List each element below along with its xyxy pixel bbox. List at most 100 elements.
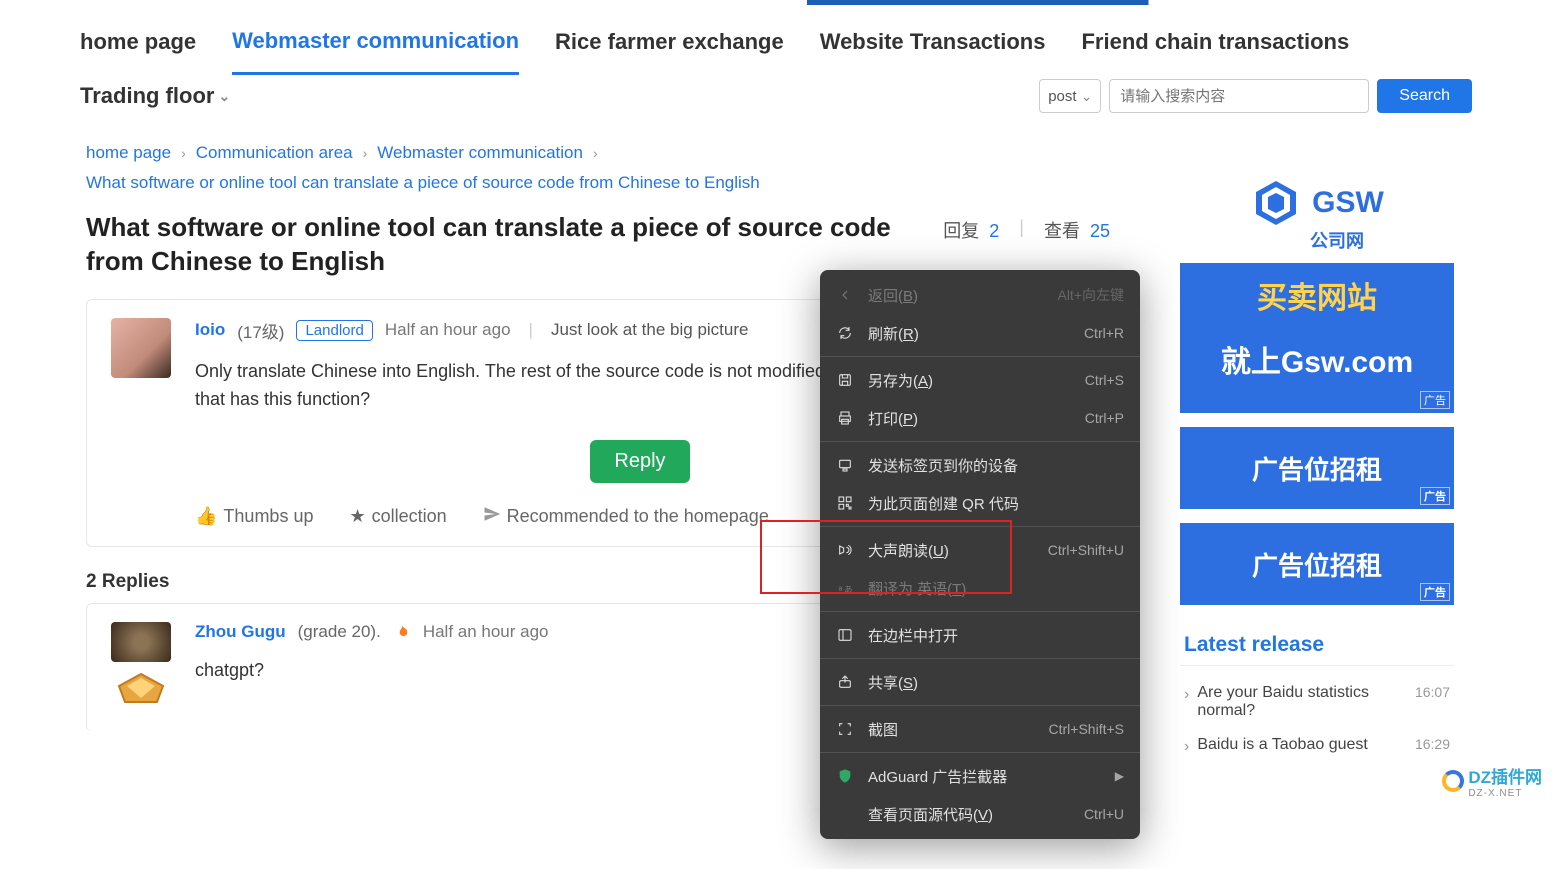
watermark-text: DZ插件网 bbox=[1468, 768, 1542, 787]
thumbs-up-label: Thumbs up bbox=[223, 506, 313, 527]
menu-item-send[interactable]: 发送标签页到你的设备 bbox=[820, 446, 1140, 484]
author-link[interactable]: Ioio bbox=[195, 320, 225, 340]
svg-text:あ: あ bbox=[844, 585, 852, 594]
paper-plane-icon bbox=[483, 505, 501, 528]
menu-item-sidebar[interactable]: 在边栏中打开 bbox=[820, 616, 1140, 654]
search-bar: post ⌄ Search bbox=[1039, 79, 1472, 113]
menu-shortcut: Ctrl+Shift+S bbox=[1049, 721, 1124, 737]
nav-webmaster[interactable]: Webmaster communication bbox=[232, 10, 519, 75]
translate-icon: aあ bbox=[836, 579, 854, 597]
qr-icon bbox=[836, 494, 854, 512]
ad-slot-2-text: 广告位招租 bbox=[1252, 450, 1382, 487]
secondary-nav: Trading floor ⌄ post ⌄ Search bbox=[80, 79, 1472, 113]
ad-brand: GSW bbox=[1312, 186, 1384, 220]
breadcrumb-forum[interactable]: Webmaster communication bbox=[377, 143, 583, 163]
landlord-badge: Landlord bbox=[296, 320, 372, 341]
latest-item[interactable]: › Baidu is a Taobao guest 16:29 bbox=[1180, 728, 1454, 764]
chevron-right-icon: › bbox=[181, 145, 186, 161]
menu-item-label: AdGuard 广告拦截器 bbox=[868, 766, 1101, 787]
reply-count: 2 bbox=[989, 221, 999, 241]
saveas-icon bbox=[836, 371, 854, 389]
menu-item-label: 翻译为 英语(T) bbox=[868, 578, 1124, 599]
ad-gsw[interactable]: GSW 公司网 买卖网站 就上Gsw.com 广告 bbox=[1180, 143, 1454, 413]
back-icon bbox=[836, 286, 854, 304]
rank-badge-icon bbox=[111, 668, 171, 708]
nav-friend[interactable]: Friend chain transactions bbox=[1081, 11, 1349, 73]
collection-action[interactable]: ★ collection bbox=[349, 506, 446, 527]
breadcrumb-area[interactable]: Communication area bbox=[196, 143, 353, 163]
context-menu: 返回(B)Alt+向左键刷新(R)Ctrl+R另存为(A)Ctrl+S打印(P)… bbox=[820, 270, 1140, 839]
search-type-select[interactable]: post ⌄ bbox=[1039, 79, 1101, 113]
ad-slot-3-text: 广告位招租 bbox=[1252, 546, 1382, 583]
stats-separator: | bbox=[1019, 217, 1024, 243]
ad-slot-3[interactable]: 广告位招租 广告 bbox=[1180, 523, 1454, 605]
latest-item-text: Are your Baidu statistics normal? bbox=[1197, 684, 1407, 720]
menu-item-label: 大声朗读(U) bbox=[868, 540, 1034, 561]
search-button[interactable]: Search bbox=[1377, 79, 1472, 113]
avatar-col bbox=[111, 318, 171, 529]
view-count: 25 bbox=[1090, 221, 1110, 241]
reply-button[interactable]: Reply bbox=[590, 440, 689, 483]
menu-divider bbox=[820, 441, 1140, 442]
nav-trading-floor[interactable]: Trading floor ⌄ bbox=[80, 83, 230, 109]
print-icon bbox=[836, 409, 854, 427]
menu-item-refresh[interactable]: 刷新(R)Ctrl+R bbox=[820, 314, 1140, 352]
view-label: 查看 bbox=[1044, 221, 1080, 241]
breadcrumb-thread[interactable]: What software or online tool can transla… bbox=[86, 173, 1110, 193]
menu-shortcut: Ctrl+P bbox=[1085, 410, 1124, 426]
svg-text:a: a bbox=[838, 584, 843, 593]
menu-item-label: 查看页面源代码(V) bbox=[868, 804, 1070, 825]
menu-item-screenshot[interactable]: 截图Ctrl+Shift+S bbox=[820, 710, 1140, 748]
latest-item-time: 16:07 bbox=[1415, 684, 1450, 700]
star-icon: ★ bbox=[349, 506, 365, 527]
watermark-sub: DZ-X.NET bbox=[1468, 788, 1542, 799]
breadcrumb-home[interactable]: home page bbox=[86, 143, 171, 163]
menu-item-source[interactable]: 查看页面源代码(V) Ctrl+U bbox=[820, 795, 1140, 833]
send-icon bbox=[836, 456, 854, 474]
thumbs-up-action[interactable]: 👍 Thumbs up bbox=[195, 506, 313, 527]
menu-item-print[interactable]: 打印(P)Ctrl+P bbox=[820, 399, 1140, 437]
menu-item-saveas[interactable]: 另存为(A)Ctrl+S bbox=[820, 361, 1140, 399]
menu-divider bbox=[820, 752, 1140, 753]
reply-author-avatar[interactable] bbox=[111, 622, 171, 662]
sidebar-icon bbox=[836, 626, 854, 644]
ad-brand-sub: 公司网 bbox=[1310, 227, 1364, 253]
author-avatar[interactable] bbox=[111, 318, 171, 378]
nav-home[interactable]: home page bbox=[80, 11, 196, 73]
ad-line2: 就上Gsw.com bbox=[1180, 327, 1454, 391]
menu-item-qr[interactable]: 为此页面创建 QR 代码 bbox=[820, 484, 1140, 522]
menu-item-read[interactable]: 大声朗读(U)Ctrl+Shift+U bbox=[820, 531, 1140, 569]
screenshot-icon bbox=[836, 720, 854, 738]
chevron-down-icon: ⌄ bbox=[1081, 88, 1093, 105]
collection-label: collection bbox=[372, 506, 447, 527]
latest-item-text: Baidu is a Taobao guest bbox=[1197, 736, 1407, 754]
chevron-down-icon: ⌄ bbox=[218, 88, 230, 105]
avatar-col bbox=[111, 622, 171, 713]
thread-stats: 回复 2 | 查看 25 bbox=[943, 217, 1110, 243]
menu-item-label: 发送标签页到你的设备 bbox=[868, 455, 1124, 476]
nav-trading-floor-label: Trading floor bbox=[80, 83, 214, 109]
menu-item-label: 返回(B) bbox=[868, 285, 1043, 306]
menu-divider bbox=[820, 526, 1140, 527]
reply-author-link[interactable]: Zhou Gugu bbox=[195, 622, 286, 642]
menu-item-label: 刷新(R) bbox=[868, 323, 1070, 344]
recommend-label: Recommended to the homepage bbox=[507, 506, 769, 527]
menu-shortcut: Ctrl+U bbox=[1084, 806, 1124, 822]
menu-item-adguard[interactable]: AdGuard 广告拦截器 ▶ bbox=[820, 757, 1140, 795]
menu-item-label: 在边栏中打开 bbox=[868, 625, 1124, 646]
menu-divider bbox=[820, 705, 1140, 706]
thumbs-up-icon: 👍 bbox=[195, 506, 217, 527]
search-input[interactable] bbox=[1109, 79, 1369, 113]
nav-transactions[interactable]: Website Transactions bbox=[820, 11, 1046, 73]
read-icon bbox=[836, 541, 854, 559]
nav-rice[interactable]: Rice farmer exchange bbox=[555, 11, 784, 73]
recommend-action[interactable]: Recommended to the homepage bbox=[483, 505, 769, 528]
big-picture-link[interactable]: Just look at the big picture bbox=[551, 320, 749, 340]
ad-slot-2[interactable]: 广告位招租 广告 bbox=[1180, 427, 1454, 509]
menu-item-share[interactable]: 共享(S) bbox=[820, 663, 1140, 701]
chevron-right-icon: ▶ bbox=[1115, 769, 1124, 783]
latest-item[interactable]: › Are your Baidu statistics normal? 16:0… bbox=[1180, 676, 1454, 728]
menu-divider bbox=[820, 356, 1140, 357]
bullet-icon: › bbox=[1184, 738, 1189, 756]
ad-line1: 买卖网站 bbox=[1180, 263, 1454, 327]
